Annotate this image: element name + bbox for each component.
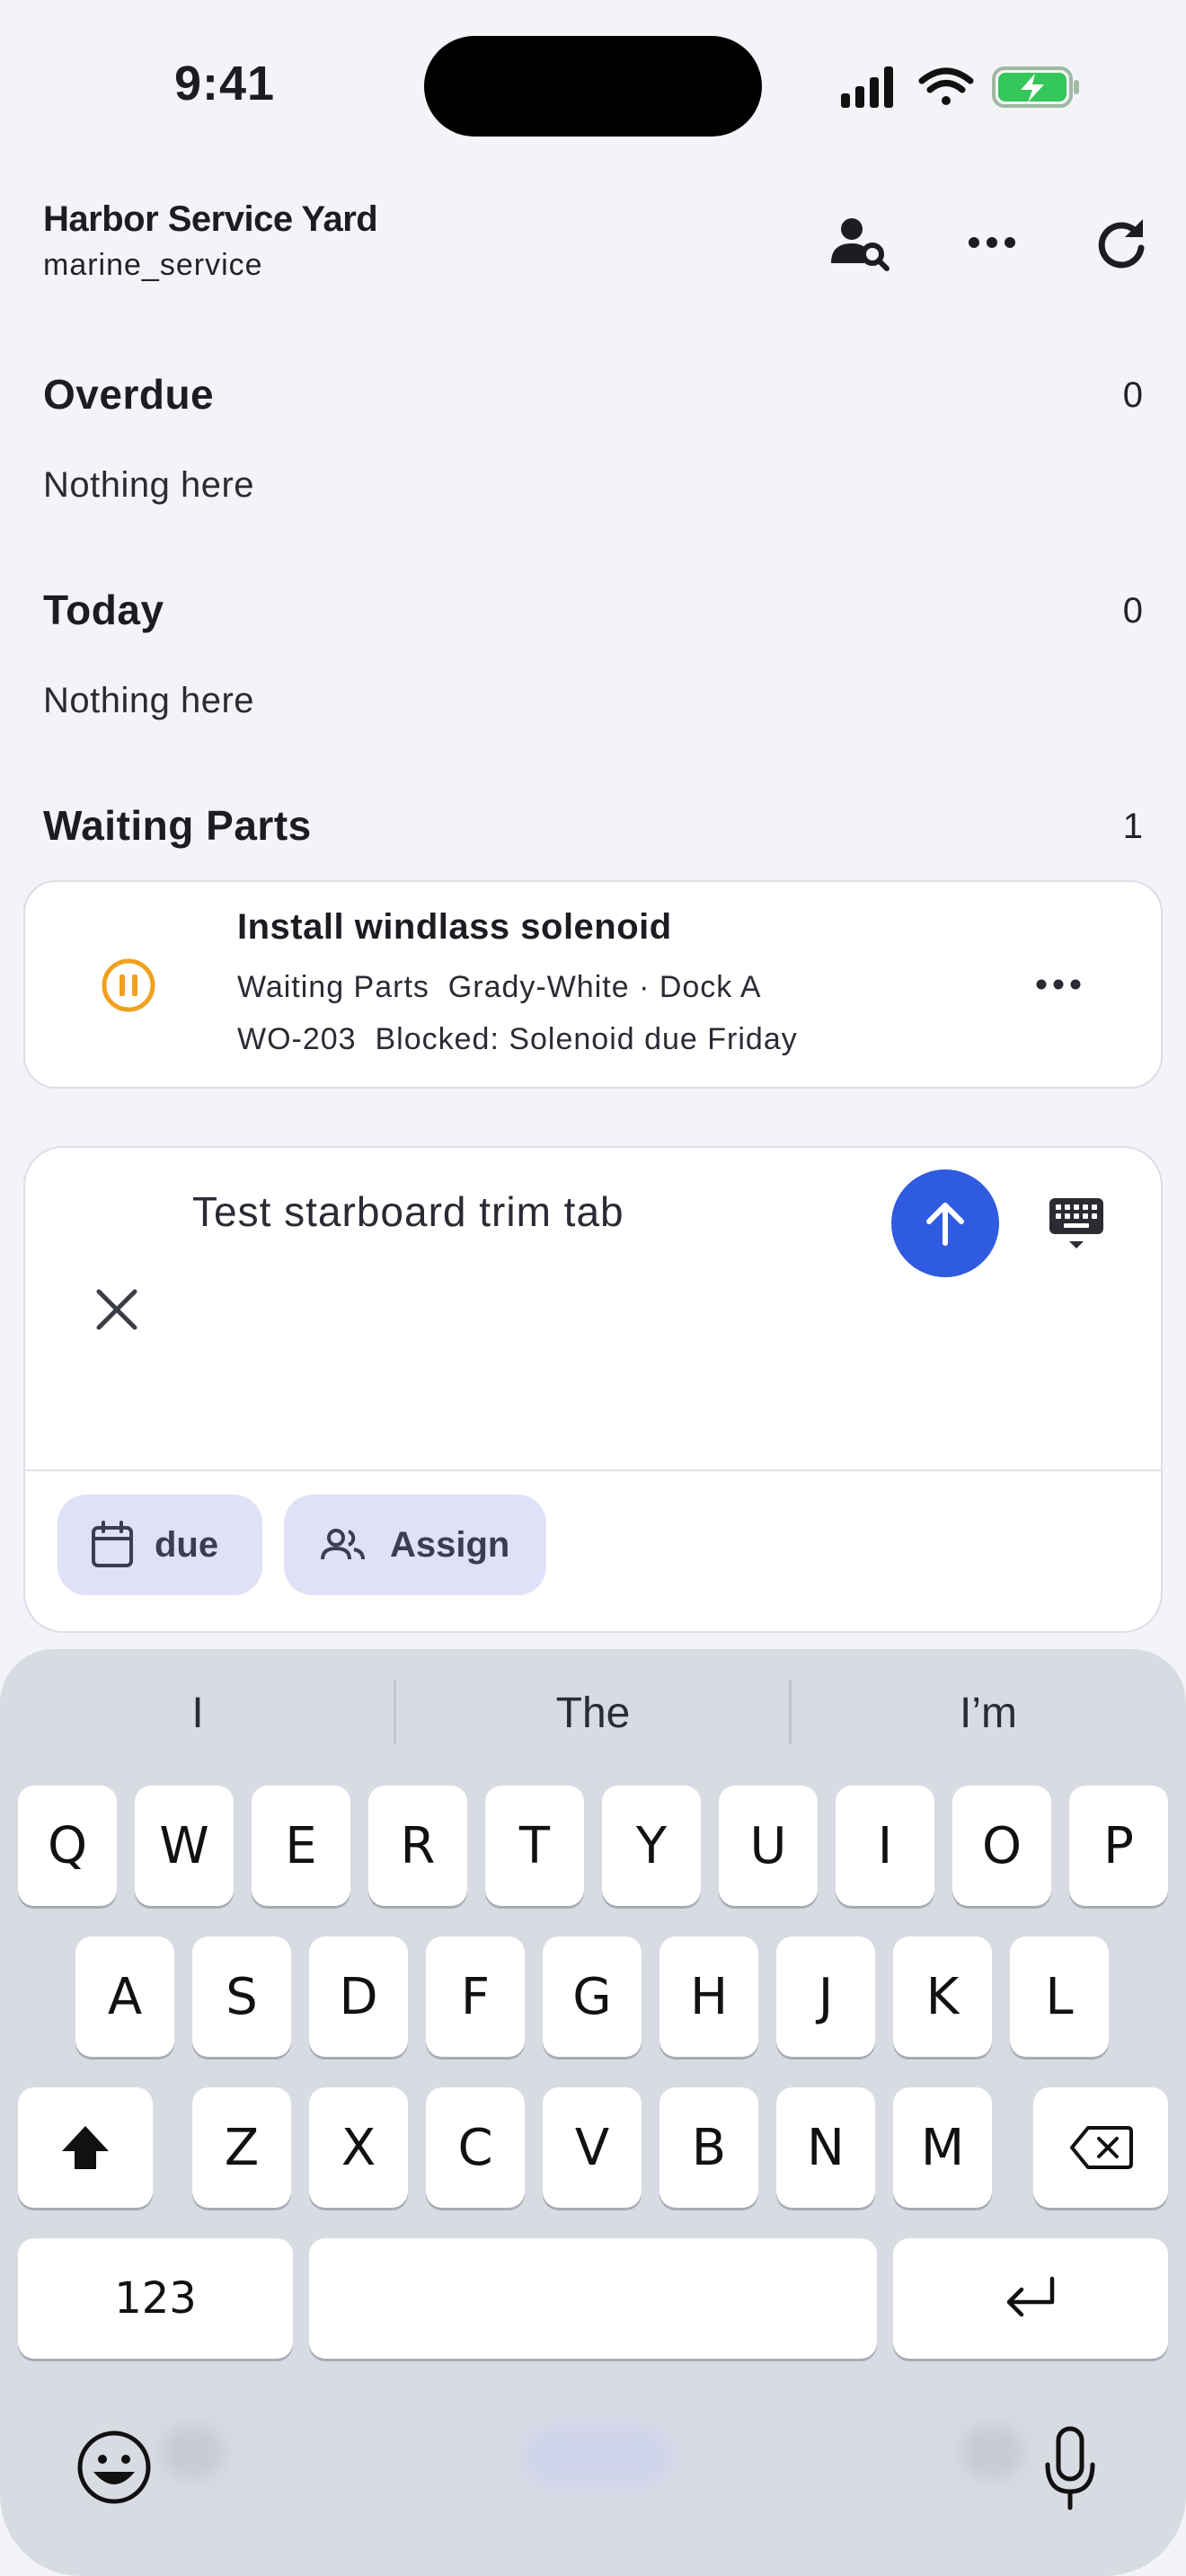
key-m[interactable]: M — [893, 2087, 992, 2208]
close-composer-button[interactable] — [90, 1283, 144, 1337]
section-waiting-title: Waiting Parts — [43, 802, 312, 849]
key-e[interactable]: E — [252, 1786, 350, 1906]
key-s[interactable]: S — [192, 1936, 291, 2057]
key-t[interactable]: T — [485, 1786, 584, 1906]
key-w[interactable]: W — [135, 1786, 234, 1906]
dictation-button[interactable] — [1040, 2423, 1100, 2513]
key-c[interactable]: C — [426, 2087, 525, 2208]
due-chip-label: due — [155, 1524, 219, 1565]
shift-key[interactable] — [18, 2087, 153, 2208]
overdue-empty-text: Nothing here — [43, 465, 255, 505]
app-subtitle: marine_service — [43, 248, 263, 282]
ghost-tab-icon — [162, 2425, 225, 2479]
key-p[interactable]: P — [1069, 1786, 1168, 1906]
suggestion-3[interactable]: I’m — [791, 1689, 1186, 1738]
key-n[interactable]: N — [776, 2087, 875, 2208]
hide-keyboard-button[interactable] — [1044, 1195, 1109, 1254]
more-options-button[interactable] — [956, 207, 1028, 278]
card-more-button[interactable] — [1022, 966, 1094, 1002]
key-d[interactable]: D — [309, 1936, 408, 2057]
user-search-icon — [831, 218, 890, 271]
key-f[interactable]: F — [426, 1936, 525, 2057]
section-today-title: Today — [43, 587, 164, 633]
key-u[interactable]: U — [719, 1786, 818, 1906]
app-title: Harbor Service Yard — [43, 199, 378, 239]
key-v[interactable]: V — [543, 2087, 642, 2208]
work-order-status: WO-203 Blocked: Solenoid due Friday — [237, 1022, 798, 1056]
wifi-icon — [918, 67, 974, 105]
key-i[interactable]: I — [836, 1786, 934, 1906]
emoji-icon — [77, 2430, 151, 2504]
key-q[interactable]: Q — [18, 1786, 117, 1906]
signal-icon — [841, 66, 893, 108]
return-icon — [1006, 2276, 1055, 2317]
shift-icon — [62, 2126, 109, 2169]
key-x[interactable]: X — [309, 2087, 408, 2208]
refresh-icon — [1098, 219, 1145, 269]
numbers-key[interactable]: 123 — [18, 2238, 293, 2359]
key-l[interactable]: L — [1010, 1936, 1109, 2057]
suggestion-2[interactable]: The — [395, 1689, 791, 1738]
ghost-tab-icon — [961, 2425, 1024, 2479]
calendar-icon — [92, 1521, 133, 1567]
close-icon — [96, 1289, 137, 1330]
key-j[interactable]: J — [776, 1936, 875, 2057]
pause-status-icon — [99, 956, 158, 1015]
composer-divider — [25, 1469, 1161, 1471]
key-r[interactable]: R — [368, 1786, 467, 1906]
key-y[interactable]: Y — [602, 1786, 701, 1906]
due-chip[interactable]: due — [58, 1495, 262, 1595]
refresh-button[interactable] — [1085, 207, 1157, 278]
assign-chip[interactable]: Assign — [284, 1495, 546, 1595]
ghost-tab-icon — [521, 2425, 674, 2488]
status-time: 9:41 — [173, 57, 276, 110]
battery-icon — [992, 66, 1079, 108]
microphone-icon — [1045, 2426, 1095, 2510]
key-g[interactable]: G — [543, 1936, 642, 2057]
section-overdue-title: Overdue — [43, 371, 215, 418]
assign-chip-label: Assign — [390, 1524, 510, 1565]
keyboard-hide-icon — [1049, 1198, 1103, 1248]
backspace-key[interactable] — [1033, 2087, 1168, 2208]
suggestion-1[interactable]: I — [0, 1689, 395, 1738]
work-order-meta: Waiting Parts Grady-White · Dock A — [237, 970, 762, 1004]
arrow-up-icon — [926, 1203, 964, 1246]
people-icon — [321, 1529, 365, 1560]
more-horizontal-icon — [969, 237, 1015, 248]
section-waiting-count: 1 — [1122, 807, 1143, 846]
today-empty-text: Nothing here — [43, 681, 255, 720]
return-key[interactable] — [893, 2238, 1168, 2359]
emoji-button[interactable] — [75, 2429, 153, 2506]
section-today-count: 0 — [1122, 591, 1143, 631]
composer-input[interactable]: Test starboard trim tab — [192, 1187, 624, 1236]
send-button[interactable] — [891, 1169, 999, 1277]
section-overdue-count: 0 — [1122, 375, 1143, 415]
dynamic-island — [424, 36, 762, 137]
key-o[interactable]: O — [952, 1786, 1051, 1906]
more-horizontal-icon — [1036, 979, 1081, 990]
user-search-button[interactable] — [823, 207, 895, 278]
key-h[interactable]: H — [659, 1936, 758, 2057]
status-icons — [836, 61, 1087, 111]
key-z[interactable]: Z — [192, 2087, 291, 2208]
key-b[interactable]: B — [659, 2087, 758, 2208]
key-k[interactable]: K — [893, 1936, 992, 2057]
work-order-title: Install windlass solenoid — [237, 907, 672, 947]
key-a[interactable]: A — [75, 1936, 174, 2057]
backspace-icon — [1070, 2126, 1133, 2169]
space-key[interactable] — [309, 2238, 877, 2359]
